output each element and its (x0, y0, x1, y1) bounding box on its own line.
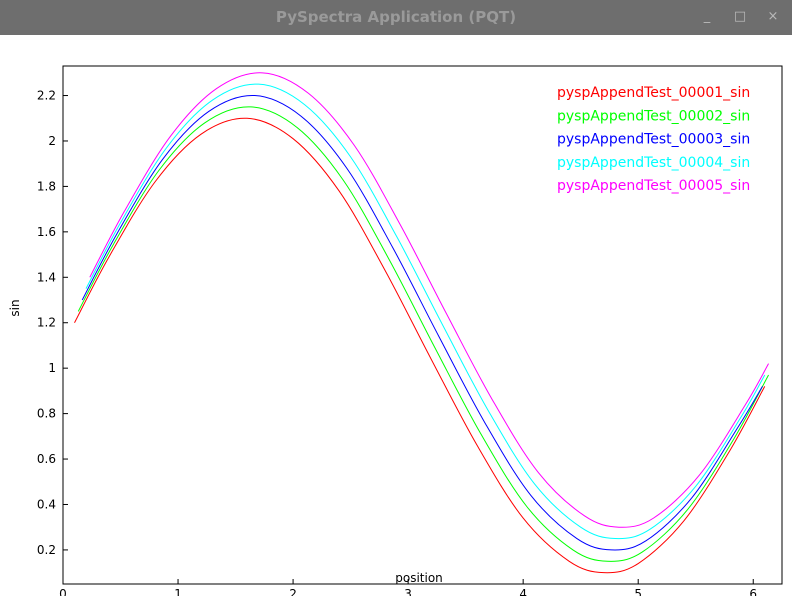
legend: pyspAppendTest_00001_sin pyspAppendTest_0… (557, 85, 750, 194)
x-tick-label: 2 (289, 587, 297, 596)
legend-entry-2: pyspAppendTest_00002_sin (557, 108, 750, 124)
y-tick-label: 1.6 (37, 225, 56, 239)
series-group (74, 72, 769, 574)
x-tick-label: 0 (59, 587, 67, 596)
y-tick-label: 2 (48, 134, 56, 148)
legend-entry-5: pyspAppendTest_00005_sin (557, 178, 750, 194)
close-icon[interactable]: × (763, 7, 783, 27)
plot-area: 0 1 2 3 4 5 6 0.2 0.4 0.6 0.8 1 1.2 1.4 1.6 1.8 2 2.2 py… (0, 35, 792, 600)
x-tick-label: 3 (404, 587, 412, 596)
y-axis-label: sin (8, 299, 22, 316)
x-tick-label: 4 (519, 587, 527, 596)
y-tick-label: 0.6 (37, 452, 56, 466)
window-title: PySpectra Application (PQT) (275, 8, 517, 26)
x-tick-label: 6 (749, 587, 757, 596)
y-tick-label: 0.2 (37, 543, 56, 557)
maximize-icon[interactable]: □ (730, 7, 750, 27)
minimize-icon[interactable]: _ (697, 7, 717, 27)
y-tick-label: 1 (48, 361, 56, 375)
y-tick-label: 1.4 (37, 270, 56, 284)
x-axis-label: position (395, 571, 443, 585)
y-tick-label: 1.2 (37, 316, 56, 330)
y-tick-label: 1.8 (37, 179, 56, 193)
x-tick-label: 1 (174, 587, 182, 596)
x-tick-label: 5 (634, 587, 642, 596)
line-chart: 0 1 2 3 4 5 6 0.2 0.4 0.6 0.8 1 1.2 1.4 1.6 1.8 2 2.2 py… (8, 65, 783, 600)
series-line-2 (77, 106, 769, 562)
window-titlebar[interactable]: PySpectra Application (PQT) _ □ × (0, 0, 792, 35)
legend-entry-4: pyspAppendTest_00004_sin (557, 155, 750, 171)
y-tick-label: 2.2 (37, 89, 56, 103)
y-tick-label: 0.4 (37, 497, 56, 511)
y-tick-label: 0.8 (37, 407, 56, 421)
legend-entry-3: pyspAppendTest_00003_sin (557, 132, 750, 148)
legend-entry-1: pyspAppendTest_00001_sin (557, 85, 750, 101)
